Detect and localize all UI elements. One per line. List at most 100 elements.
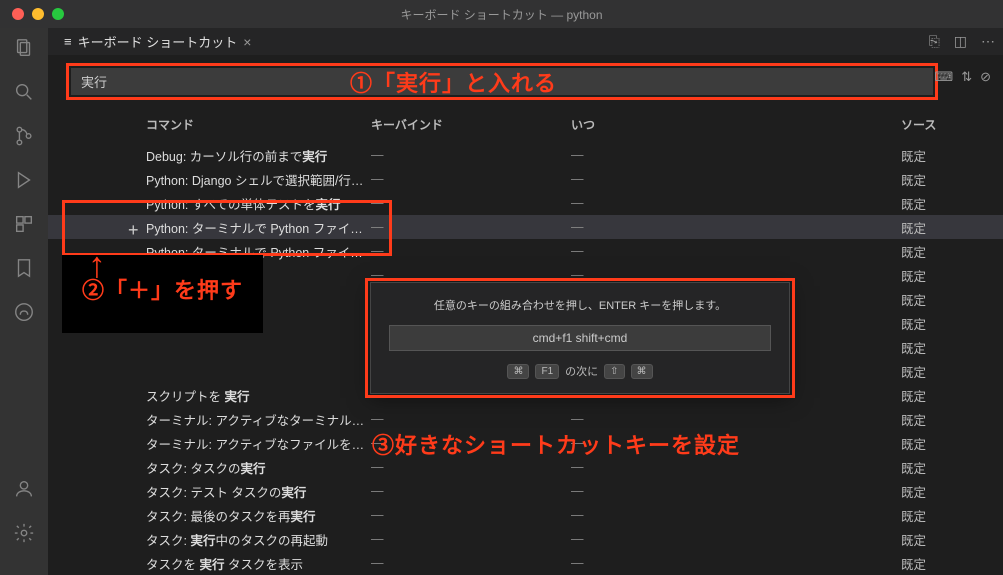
window-title: キーボード ショートカット — python [400, 6, 602, 23]
table-row[interactable]: Python: ターミナルで Python ファイルを実行——既定 [48, 215, 1003, 239]
row-when: — [571, 196, 901, 210]
table-row[interactable]: タスク: 最後のタスクを再実行——既定 [48, 503, 1003, 527]
row-command: タスク: 最後のタスクを再実行 [66, 506, 371, 525]
row-when: — [571, 244, 901, 258]
row-command: Python: Django シェルで選択範囲/行を 実行 [66, 170, 371, 189]
annotation-1: ①「実行」と入れる [350, 66, 557, 98]
clear-icon[interactable]: ⊘ [980, 69, 991, 85]
search-actions: ⌨ ⇅ ⊘ [934, 69, 991, 85]
row-keybind: — [371, 196, 571, 210]
row-source: 既定 [901, 482, 985, 501]
row-source: 既定 [901, 410, 985, 429]
row-keybind: — [371, 460, 571, 474]
row-command: Python: すべての単体テストを実行 [66, 194, 371, 213]
row-source: 既定 [901, 530, 985, 549]
row-keybind: — [371, 532, 571, 546]
table-row[interactable]: Debug: カーソル行の前まで実行——既定 [48, 143, 1003, 167]
key-cmd2: ⌘ [631, 364, 653, 379]
tab-actions: ⎘ ◫ ⋯ [929, 33, 995, 50]
col-when[interactable]: いつ [571, 116, 901, 133]
maximize-window[interactable] [52, 8, 64, 20]
row-when: — [571, 556, 901, 570]
row-command: ターミナル: アクティブなターミナルで選択し… [66, 410, 371, 429]
row-keybind: — [371, 172, 571, 186]
activity-bar [0, 28, 48, 575]
table-row[interactable]: タスクを 実行 タスクを表示——既定 [48, 551, 1003, 575]
row-source: 既定 [901, 218, 985, 237]
col-source[interactable]: ソース [901, 116, 985, 133]
row-command: タスク: タスクの実行 [66, 458, 371, 477]
row-source: 既定 [901, 362, 985, 381]
dialog-keys: ⌘ F1 の次に ⇧ ⌘ [389, 363, 771, 379]
row-keybind: — [371, 148, 571, 162]
accounts-icon[interactable] [12, 477, 36, 501]
add-keybinding-icon[interactable]: + [128, 220, 139, 241]
row-when: — [571, 412, 901, 426]
row-when: — [571, 148, 901, 162]
run-debug-icon[interactable] [12, 168, 36, 192]
row-when: — [571, 220, 901, 234]
table-row[interactable]: タスク: テスト タスクの実行——既定 [48, 479, 1003, 503]
github-icon[interactable] [12, 300, 36, 324]
row-keybind: — [371, 556, 571, 570]
row-source: 既定 [901, 338, 985, 357]
row-source: 既定 [901, 290, 985, 309]
annotation-arrow: ↑ [88, 244, 106, 286]
key-shift: ⇧ [604, 364, 624, 379]
close-icon[interactable]: × [243, 34, 251, 50]
table-row[interactable]: Python: すべての単体テストを実行——既定 [48, 191, 1003, 215]
titlebar: キーボード ショートカット — python [0, 0, 1003, 28]
row-source: 既定 [901, 266, 985, 285]
row-when: — [571, 484, 901, 498]
col-keybind[interactable]: キーバインド [371, 116, 571, 133]
keybinding-dialog: 任意のキーの組み合わせを押し、ENTER キーを押します。 ⌘ F1 の次に ⇧… [370, 282, 790, 394]
tab-label: キーボード ショートカット [78, 32, 238, 51]
sort-icon[interactable]: ⇅ [961, 69, 972, 85]
row-keybind: — [371, 268, 571, 282]
bookmark-icon[interactable] [12, 256, 36, 280]
split-editor-icon[interactable]: ◫ [954, 33, 967, 50]
row-when: — [571, 508, 901, 522]
row-source: 既定 [901, 434, 985, 453]
explorer-icon[interactable] [12, 36, 36, 60]
row-source: 既定 [901, 170, 985, 189]
search-icon[interactable] [12, 80, 36, 104]
tab-bar: ≡ キーボード ショートカット × ⎘ ◫ ⋯ [48, 28, 1003, 55]
more-icon[interactable]: ⋯ [981, 33, 995, 50]
dialog-mid: の次に [565, 363, 598, 379]
row-source: 既定 [901, 506, 985, 525]
row-source: 既定 [901, 242, 985, 261]
row-when: — [571, 460, 901, 474]
tab-keyboard-shortcuts[interactable]: ≡ キーボード ショートカット × [56, 28, 259, 55]
traffic-lights [0, 8, 64, 20]
row-keybind: — [371, 508, 571, 522]
table-row[interactable]: タスク: 実行中のタスクの再起動——既定 [48, 527, 1003, 551]
row-source: 既定 [901, 386, 985, 405]
row-source: 既定 [901, 314, 985, 333]
row-source: 既定 [901, 146, 985, 165]
key-cmd: ⌘ [507, 364, 529, 379]
col-command[interactable]: コマンド [66, 116, 371, 133]
source-control-icon[interactable] [12, 124, 36, 148]
extensions-icon[interactable] [12, 212, 36, 236]
key-f1: F1 [535, 364, 559, 379]
minimize-window[interactable] [32, 8, 44, 20]
row-when: — [571, 268, 901, 282]
row-source: 既定 [901, 194, 985, 213]
row-command: スクリプトを 実行 [66, 386, 371, 405]
row-command: タスク: テスト タスクの実行 [66, 482, 371, 501]
keyboard-icon: ≡ [64, 34, 72, 49]
settings-icon[interactable] [12, 521, 36, 545]
row-keybind: — [371, 484, 571, 498]
row-source: 既定 [901, 554, 985, 573]
open-json-icon[interactable]: ⎘ [929, 33, 940, 50]
row-keybind: — [371, 412, 571, 426]
table-row[interactable]: Python: Django シェルで選択範囲/行を 実行——既定 [48, 167, 1003, 191]
record-keys-icon[interactable]: ⌨ [934, 69, 953, 85]
row-source: 既定 [901, 458, 985, 477]
row-command: タスクを 実行 タスクを表示 [66, 554, 371, 573]
close-window[interactable] [12, 8, 24, 20]
row-when: — [571, 172, 901, 186]
keybinding-input[interactable] [389, 325, 771, 351]
row-command: Debug: カーソル行の前まで実行 [66, 146, 371, 165]
